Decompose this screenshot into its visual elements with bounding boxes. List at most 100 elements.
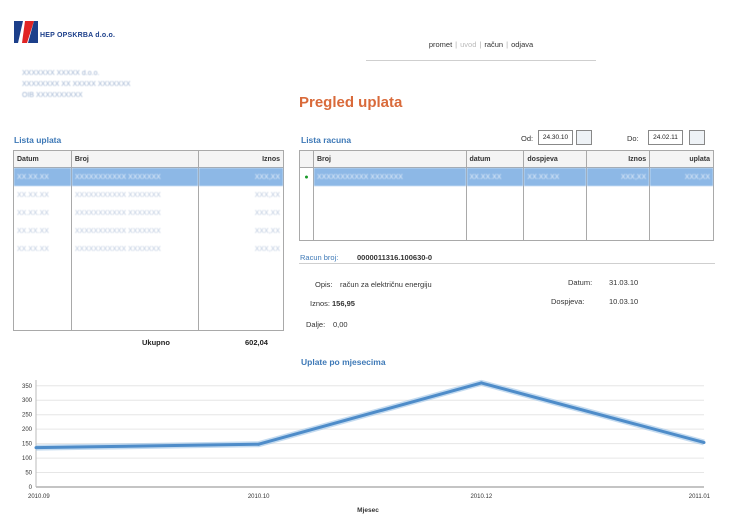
dospjeva-value: 10.03.10 (609, 297, 639, 306)
cell-broj: XXXXXXXXXXX XXXXXXX (70, 186, 200, 204)
table-row[interactable] (13, 312, 284, 331)
table-row[interactable] (13, 294, 284, 312)
cell-broj (312, 222, 467, 241)
payments-list-title: Lista uplata (14, 135, 62, 145)
x-tick-label: 2010.12 (470, 494, 492, 500)
x-tick-label: 2010.09 (28, 494, 50, 500)
column-header-broj[interactable]: Broj (70, 150, 200, 168)
dospjeva-label: Dospjeva: (551, 297, 585, 306)
nav-uvod-link: uvod (460, 40, 477, 49)
top-navigation: promet | uvod | račun | odjava (366, 40, 596, 61)
nav-odjava-link[interactable]: odjava (511, 40, 533, 49)
date-to-field[interactable]: 24.02.11 (648, 130, 683, 145)
cell-broj: XXXXXXXXXXX XXXXXXX (70, 222, 200, 240)
column-header-iznos[interactable]: Iznos (586, 150, 651, 168)
company-address: XXXXXXXX XX XXXXX XXXXXXX (22, 81, 131, 88)
logo-text: HEP OPSKRBA d.o.o. (40, 32, 116, 39)
cell-broj (312, 204, 467, 222)
cell-datum (13, 258, 72, 276)
cell-iznos: XXX,XX (198, 240, 284, 258)
cell-iznos: XXX,XX (198, 167, 284, 186)
y-tick-label: 150 (22, 442, 33, 448)
table-row[interactable] (13, 276, 284, 294)
datum-value: 31.03.10 (609, 278, 639, 287)
cell-datum (465, 186, 525, 204)
cell-datum (465, 222, 525, 241)
invoice-number-value: 0000011316.100630-0 (357, 253, 433, 262)
cell-datum: XX.XX.XX (13, 204, 72, 222)
data-point (257, 442, 261, 446)
opis-label: Opis: (315, 280, 333, 289)
column-header-broj[interactable]: Broj (312, 150, 467, 168)
y-tick-label: 0 (29, 485, 33, 491)
table-row[interactable]: XX.XX.XX XXXXXXXXXXX XXXXXXX XXX,XX (13, 204, 284, 222)
table-row[interactable]: XX.XX.XX XXXXXXXXXXX XXXXXXX XXX,XX (13, 186, 284, 204)
chart-title: Uplate po mjesecima (301, 357, 386, 367)
cell-datum: XX.XX.XX (465, 167, 525, 186)
y-tick-label: 50 (25, 471, 32, 477)
cell-broj: XXXXXXXXXXX XXXXXXX (70, 240, 200, 258)
column-header-datum[interactable]: datum (465, 150, 525, 168)
cell-iznos: XXX,XX (198, 222, 284, 240)
table-row[interactable] (299, 204, 714, 222)
cell-dospjeva (523, 186, 588, 204)
iznos-value: 156,95 (332, 299, 355, 308)
calendar-from-icon[interactable] (576, 130, 592, 145)
total-value: 602,04 (245, 338, 268, 347)
table-row[interactable]: ● XXXXXXXXXXX XXXXXXX XX.XX.XX XX.XX.XX … (299, 167, 714, 186)
row-indicator (299, 204, 314, 222)
calendar-to-icon[interactable] (689, 130, 705, 145)
row-indicator-icon: ● (299, 167, 314, 186)
column-header-uplata[interactable]: uplata (649, 150, 714, 168)
total-label: Ukupno (142, 338, 170, 347)
y-tick-label: 250 (22, 413, 33, 419)
invoice-list-title: Lista racuna (301, 135, 352, 145)
nav-racun-link[interactable]: račun (484, 40, 503, 49)
data-point (479, 381, 483, 385)
column-header-iznos[interactable]: Iznos (198, 150, 284, 168)
cell-iznos (586, 186, 651, 204)
cell-iznos (198, 312, 284, 331)
cell-iznos: XXX,XX (198, 186, 284, 204)
cell-dospjeva (523, 204, 588, 222)
cell-dospjeva: XX.XX.XX (523, 167, 588, 186)
dalje-label: Dalje: (306, 320, 326, 329)
payments-table: Datum Broj Iznos XX.XX.XX XXXXXXXXXXX XXX… (13, 150, 284, 331)
row-indicator (299, 222, 314, 241)
cell-datum (13, 276, 72, 294)
table-row[interactable]: XX.XX.XX XXXXXXXXXXX XXXXXXX XXX,XX (13, 222, 284, 240)
cell-iznos: XXX,XX (198, 204, 284, 222)
y-tick-label: 350 (22, 384, 33, 390)
cell-iznos (198, 258, 284, 276)
hep-logo-icon (14, 21, 38, 43)
cell-datum (13, 294, 72, 312)
table-row[interactable] (299, 186, 714, 204)
cell-datum: XX.XX.XX (13, 240, 72, 258)
cell-dospjeva (523, 222, 588, 241)
cell-broj: XXXXXXXXXXX XXXXXXX (70, 204, 200, 222)
table-row[interactable]: XX.XX.XX XXXXXXXXXXX XXXXXXX XXX,XX (13, 240, 284, 258)
cell-uplata: XXX,XX (649, 167, 714, 186)
cell-iznos (586, 222, 651, 241)
date-from-label: Od: (521, 134, 534, 143)
cell-uplata (649, 222, 714, 241)
nav-promet-link[interactable]: promet (429, 40, 452, 49)
cell-iznos (198, 276, 284, 294)
column-header-dospjeva[interactable]: dospjeva (523, 150, 588, 168)
company-oib: OIB XXXXXXXXXX (22, 92, 83, 99)
cell-datum: XX.XX.XX (13, 222, 72, 240)
table-row[interactable] (13, 258, 284, 276)
column-header-datum[interactable]: Datum (13, 150, 72, 168)
company-name: XXXXXXX XXXXX d.o.o. (22, 70, 100, 77)
cell-broj (312, 186, 467, 204)
cell-uplata (649, 204, 714, 222)
cell-iznos: XXX,XX (586, 167, 651, 186)
table-row[interactable] (299, 222, 714, 241)
table-row[interactable]: XX.XX.XX XXXXXXXXXXX XXXXXXX XXX,XX (13, 167, 284, 186)
cell-broj: XXXXXXXXXXX XXXXXXX (70, 167, 200, 186)
data-point (702, 440, 706, 444)
y-tick-label: 300 (22, 398, 33, 404)
cell-iznos (198, 294, 284, 312)
x-tick-label: 2010.10 (248, 494, 270, 500)
date-from-field[interactable]: 24.30.10 (538, 130, 573, 145)
